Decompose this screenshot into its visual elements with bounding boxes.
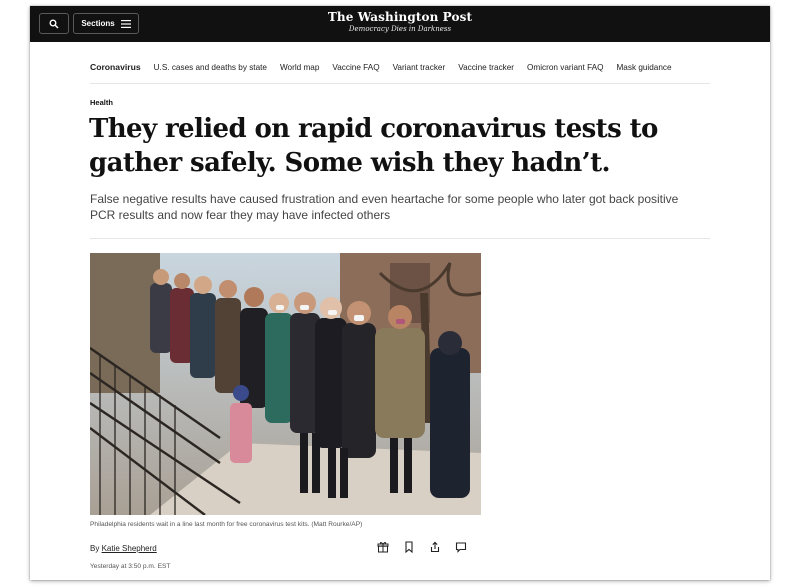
search-button[interactable]	[39, 13, 69, 34]
divider	[90, 238, 710, 239]
masthead: Sections The Washington Post Democracy D…	[30, 6, 770, 42]
sections-button[interactable]: Sections	[73, 13, 139, 34]
photo-caption: Philadelphia residents wait in a line la…	[90, 521, 363, 528]
topic-nav: Coronavirus U.S. cases and deaths by sta…	[90, 56, 710, 78]
nav-item-vaccine-tracker[interactable]: Vaccine tracker	[458, 63, 514, 72]
article-headline: They relied on rapid coronavirus tests t…	[89, 114, 658, 178]
divider	[90, 83, 710, 84]
brand-logo[interactable]: The Washington Post Democracy Dies in Da…	[300, 10, 500, 33]
brand-tagline: Democracy Dies in Darkness	[348, 25, 452, 33]
article-dek: False negative results have caused frust…	[90, 192, 679, 222]
byline: By Katie Shepherd	[90, 544, 157, 553]
publish-timestamp: Yesterday at 3:50 p.m. EST	[90, 563, 171, 570]
author-link[interactable]: Katie Shepherd	[102, 544, 157, 553]
bookmark-icon[interactable]	[402, 540, 416, 554]
lead-photo[interactable]	[90, 253, 481, 515]
browser-page: Sections The Washington Post Democracy D…	[30, 6, 770, 580]
section-kicker[interactable]: Health	[90, 98, 113, 107]
nav-item-us-cases[interactable]: U.S. cases and deaths by state	[154, 63, 267, 72]
nav-item-world-map[interactable]: World map	[280, 63, 319, 72]
nav-item-coronavirus[interactable]: Coronavirus	[90, 62, 141, 72]
hamburger-icon	[120, 19, 131, 28]
nav-item-mask-guidance[interactable]: Mask guidance	[616, 63, 671, 72]
nav-item-vaccine-faq[interactable]: Vaccine FAQ	[332, 63, 379, 72]
comment-icon[interactable]	[454, 540, 468, 554]
nav-item-variant-tracker[interactable]: Variant tracker	[393, 63, 446, 72]
share-toolbar	[376, 540, 468, 554]
byline-prefix: By	[90, 544, 100, 553]
sections-label: Sections	[81, 19, 115, 28]
brand-name: The Washington Post	[327, 10, 473, 24]
gift-icon[interactable]	[376, 540, 390, 554]
nav-item-omicron-faq[interactable]: Omicron variant FAQ	[527, 63, 603, 72]
lead-photo-image	[90, 253, 481, 515]
search-icon	[49, 19, 59, 29]
share-icon[interactable]	[428, 540, 442, 554]
